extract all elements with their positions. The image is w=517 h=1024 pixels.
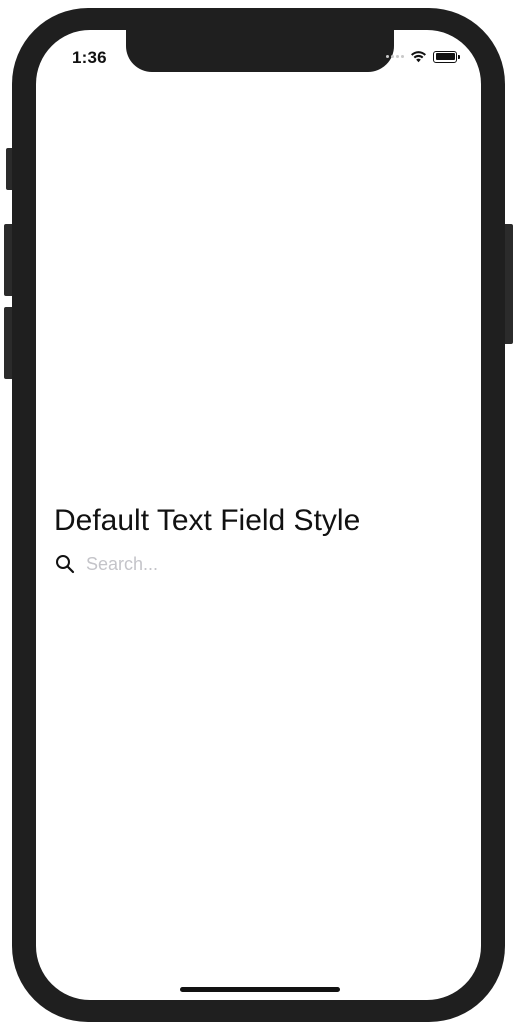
notch: [126, 30, 394, 72]
search-input[interactable]: [86, 553, 386, 575]
magnifying-glass-icon: [54, 553, 76, 575]
battery-icon: [433, 50, 460, 63]
phone-frame: 1:36 Default Text Field Style: [12, 8, 505, 1022]
home-indicator[interactable]: [180, 987, 340, 992]
page-title: Default Text Field Style: [54, 504, 361, 537]
status-time: 1:36: [72, 48, 107, 67]
phone-screen: 1:36 Default Text Field Style: [36, 30, 481, 1000]
status-icons: [386, 50, 460, 63]
signal-dots-icon: [386, 55, 404, 58]
device-mockup: 1:36 Default Text Field Style: [0, 0, 517, 1024]
wifi-icon: [411, 51, 426, 63]
search-field[interactable]: [54, 550, 454, 578]
